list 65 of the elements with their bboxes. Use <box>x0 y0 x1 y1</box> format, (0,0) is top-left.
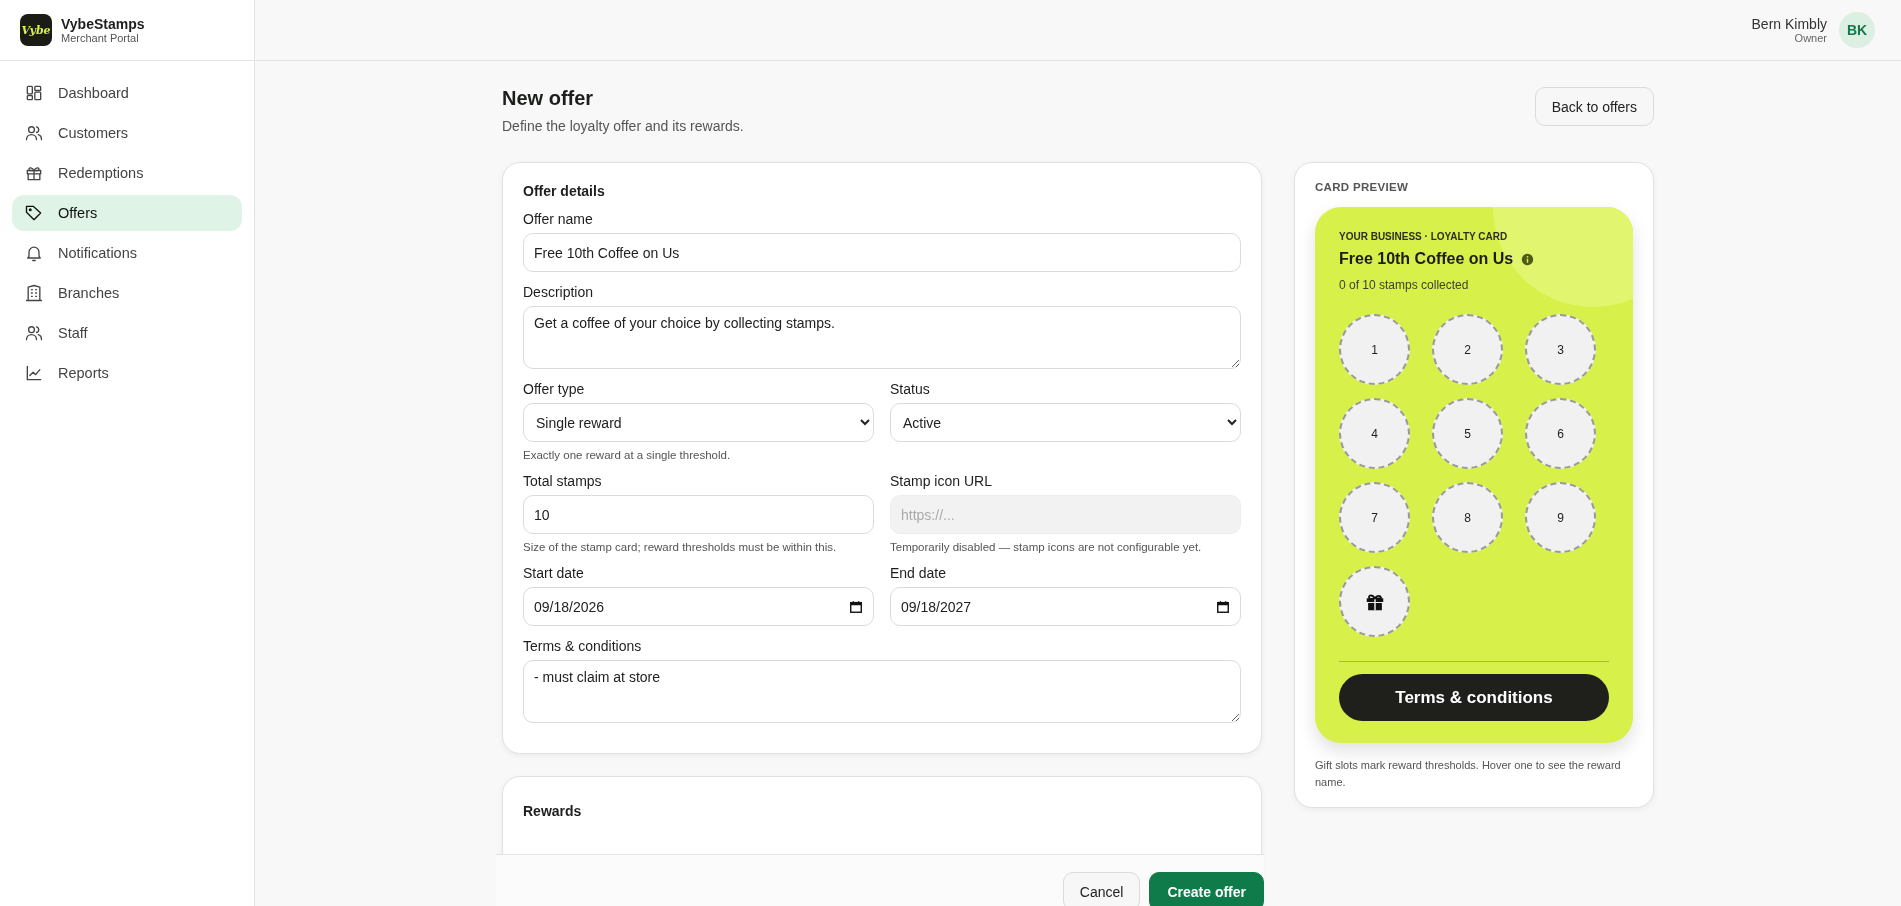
stamps-collected-text: 0 of 10 stamps collected <box>1339 278 1470 292</box>
field-label: Offer type <box>523 381 586 397</box>
date-field[interactable]: 09/18/2026 <box>523 587 874 626</box>
terms-button[interactable]: Terms & conditions <box>1339 674 1609 721</box>
brand-subtitle: Merchant Portal <box>61 32 140 44</box>
sidebar-item[interactable]: Dashboard <box>12 75 242 111</box>
field-label: Terms & conditions <box>523 638 643 654</box>
stamp-slot: 1 <box>1339 314 1410 385</box>
sidebar-item[interactable]: Redemptions <box>12 155 242 191</box>
section-title: Offer details <box>523 183 606 199</box>
stamp-slot: 7 <box>1339 482 1410 553</box>
page-subtitle: Define the loyalty offer and its rewards. <box>502 118 744 134</box>
field-hint: Exactly one reward at a single threshold. <box>523 449 732 461</box>
input-field[interactable]: 10 <box>523 495 874 534</box>
sidebar-item[interactable]: Notifications <box>12 235 242 271</box>
building-icon <box>24 283 44 303</box>
user-name: Bern Kimbly <box>1751 16 1827 32</box>
date-field[interactable]: 09/18/2027 <box>890 587 1241 626</box>
field-label: Total stamps <box>523 473 603 489</box>
sidebar-item[interactable]: Customers <box>12 115 242 151</box>
field-hint: Temporarily disabled — stamp icons are not configurable yet. <box>890 541 1203 553</box>
back-button[interactable]: Back to offers <box>1534 87 1654 126</box>
calendar-icon[interactable] <box>849 599 863 614</box>
stamp-slot: 2 <box>1432 314 1503 385</box>
sidebar-item[interactable]: Branches <box>12 275 242 311</box>
preview-note: Gift slots mark reward thresholds. Hover one to see the reward name. <box>1315 758 1622 791</box>
field-label: End date <box>890 565 948 581</box>
stamp-slot: 3 <box>1525 314 1596 385</box>
user-role: Owner <box>1794 32 1827 44</box>
chart-icon <box>24 363 44 383</box>
calendar-icon[interactable] <box>1216 599 1230 614</box>
cancel-button[interactable]: Cancel <box>1062 872 1141 906</box>
users-icon <box>24 123 44 143</box>
field-hint: Size of the stamp card; reward thresholds must be within this. <box>523 541 838 553</box>
stamp-slot: 5 <box>1432 398 1503 469</box>
field-label: Description <box>523 284 595 300</box>
text-area[interactable]: - must claim at store <box>523 660 1241 723</box>
field-label: Stamp icon URL <box>890 473 993 489</box>
info-icon[interactable] <box>1521 252 1535 266</box>
card-offer-name: Free 10th Coffee on Us <box>1339 250 1514 268</box>
stamp-slot: 8 <box>1432 482 1503 553</box>
create-button[interactable]: Create offer <box>1149 872 1264 906</box>
grid-icon <box>24 83 44 103</box>
page-title: New offer <box>502 87 595 110</box>
brand-name: VybeStamps <box>61 16 145 32</box>
sidebar-item[interactable]: Offers <box>12 195 242 231</box>
stamp-slot: 4 <box>1339 398 1410 469</box>
user-avatar[interactable]: BK <box>1839 12 1875 48</box>
card-eyebrow: YOUR BUSINESS · LOYALTY CARD <box>1339 231 1509 242</box>
section-title: Rewards <box>523 803 583 819</box>
select-field[interactable]: Active <box>890 403 1241 442</box>
tag-icon <box>24 203 44 223</box>
text-area[interactable]: Get a coffee of your choice by collecting stamps. <box>523 306 1241 369</box>
field-label: Status <box>890 381 931 397</box>
stamp-slot: 6 <box>1525 398 1596 469</box>
input-field[interactable]: Free 10th Coffee on Us <box>523 233 1241 272</box>
sidebar-item[interactable]: Reports <box>12 355 242 391</box>
users-icon <box>24 323 44 343</box>
select-field[interactable]: Single reward <box>523 403 874 442</box>
field-label: Start date <box>523 565 585 581</box>
brand-logo: Vybe <box>20 14 52 46</box>
stamp-slot: 9 <box>1525 482 1596 553</box>
field-label: Offer name <box>523 211 594 227</box>
preview-title: CARD PREVIEW <box>1315 181 1410 193</box>
sidebar-item[interactable]: Staff <box>12 315 242 351</box>
